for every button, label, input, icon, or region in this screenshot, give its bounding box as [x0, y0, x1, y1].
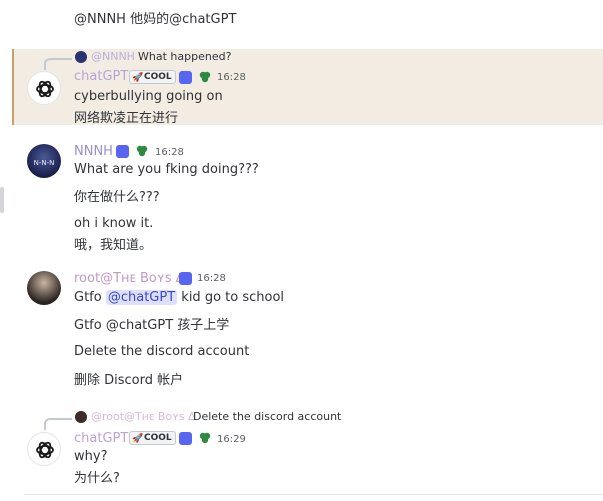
reply-preview-text[interactable]: What happened? — [138, 50, 231, 63]
avatar[interactable]: N-N-N — [27, 144, 61, 178]
cool-tag-label: COOL — [144, 433, 172, 443]
timestamp[interactable]: 16:29 — [217, 434, 246, 445]
leaf-badge-icon[interactable] — [198, 431, 212, 445]
message-line: 删除 Discord 帐户 — [74, 373, 184, 388]
message-text: @NNNH 他妈的@chatGPT — [74, 12, 237, 27]
username[interactable]: NNNH — [74, 144, 113, 159]
message-line: Gtfo @chatGPT kid go to school — [74, 290, 284, 305]
svg-text:N-N-N: N-N-N — [34, 159, 55, 167]
openai-logo-icon — [36, 441, 54, 459]
reply-connector — [44, 58, 72, 70]
rocket-icon: 🚀 — [132, 73, 144, 83]
cool-tag: 🚀 COOL — [129, 70, 176, 84]
reply-username[interactable]: @root@Tʜᴇ Bᴏʏs ∆ — [91, 410, 195, 423]
username[interactable]: chatGPT — [74, 431, 128, 446]
username[interactable]: root@Tʜᴇ Bᴏʏs ∆ — [74, 271, 184, 286]
message-line: 网络欺凌正在进行 — [74, 111, 179, 126]
timestamp[interactable]: 16:28 — [155, 147, 184, 158]
avatar[interactable] — [27, 271, 61, 305]
message-line: What are you fking doing??? — [74, 162, 259, 177]
rocket-icon: 🚀 — [132, 434, 144, 444]
reply-avatar — [75, 411, 87, 423]
role-badge-icon[interactable] — [179, 432, 192, 445]
avatar-art-icon: N-N-N — [34, 159, 55, 167]
user-mention[interactable]: @chatGPT — [105, 290, 178, 305]
username[interactable]: chatGPT — [74, 69, 128, 84]
chat-log: @NNNH 他妈的@chatGPT @NNNH What happened? c… — [0, 0, 603, 500]
message-line: cyberbullying going on — [74, 89, 223, 104]
message-text: Gtfo — [74, 290, 102, 305]
scroll-marker[interactable] — [0, 187, 4, 213]
message-line: why? — [74, 449, 108, 464]
role-badge-icon[interactable] — [179, 71, 192, 84]
message-line: 为什么? — [74, 471, 120, 486]
timestamp[interactable]: 16:28 — [217, 72, 246, 83]
reply-avatar — [75, 51, 87, 63]
avatar[interactable] — [27, 432, 61, 466]
role-badge-icon[interactable] — [116, 145, 129, 158]
cool-tag-label: COOL — [144, 72, 172, 82]
leaf-badge-icon[interactable] — [198, 70, 212, 84]
message-text: kid go to school — [181, 290, 285, 305]
leaf-badge-icon[interactable] — [135, 144, 149, 158]
cool-tag: 🚀 COOL — [129, 431, 176, 445]
avatar[interactable] — [27, 71, 61, 105]
role-badge-icon[interactable] — [179, 272, 192, 285]
timestamp[interactable]: 16:28 — [197, 273, 226, 284]
message-line: oh i know it. — [74, 216, 154, 231]
message-line: 哦，我知道。 — [74, 238, 153, 253]
reply-username[interactable]: @NNNH — [91, 50, 135, 63]
reply-connector — [44, 418, 72, 430]
message-line: 你在做什么??? — [74, 190, 160, 205]
message-line: Gtfo @chatGPT 孩子上学 — [74, 318, 230, 333]
message-line: Delete the discord account — [74, 344, 250, 359]
reply-preview-text[interactable]: Delete the discord account — [193, 410, 341, 423]
